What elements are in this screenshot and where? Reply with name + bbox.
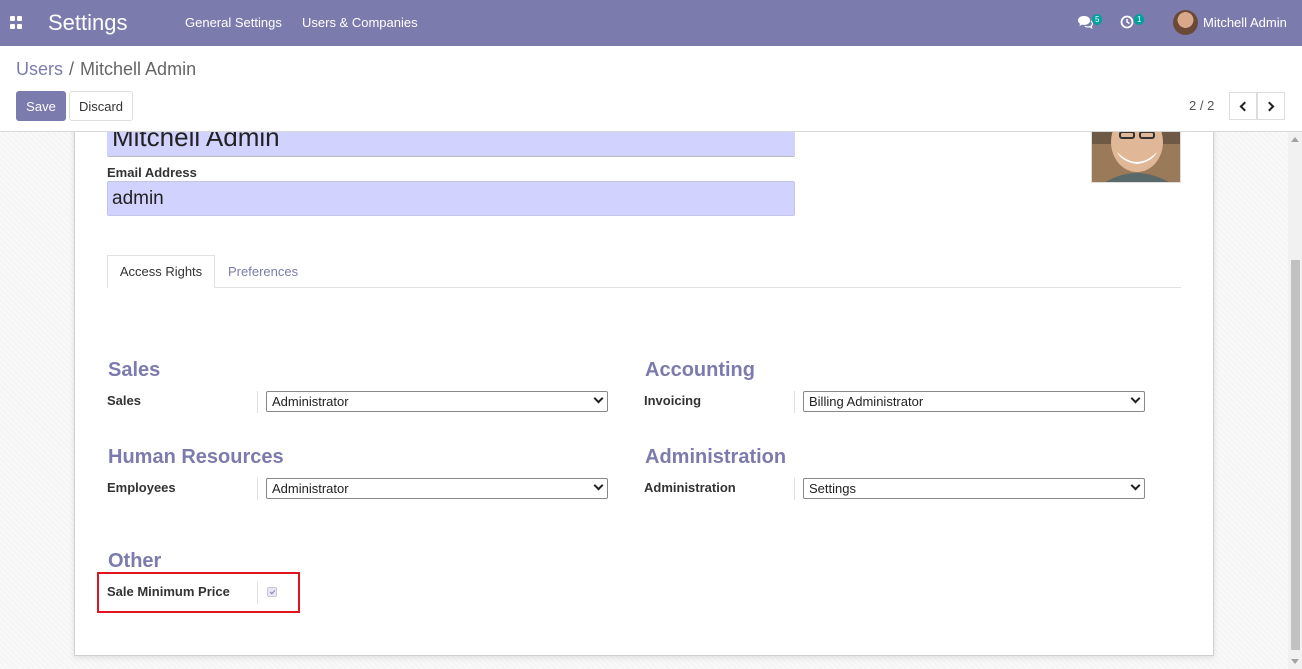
app-title[interactable]: Settings <box>48 10 128 36</box>
breadcrumb-current: Mitchell Admin <box>80 59 197 79</box>
name-field[interactable]: Mitchell Admin <box>107 132 795 157</box>
email-field[interactable]: admin <box>107 181 795 216</box>
field-divider <box>257 391 258 413</box>
sales-select-value: Administrator <box>272 394 349 409</box>
scroll-thumb[interactable] <box>1291 260 1300 650</box>
invoicing-select-value: Billing Administrator <box>809 394 924 409</box>
top-navbar: Settings General Settings Users & Compan… <box>0 0 1302 46</box>
pager-next-button[interactable] <box>1257 92 1285 120</box>
chevron-down-icon <box>1130 393 1141 404</box>
chevron-down-icon <box>593 480 604 491</box>
apps-menu-icon[interactable] <box>10 16 23 29</box>
menu-users-companies[interactable]: Users & Companies <box>302 15 418 30</box>
group-title-administration: Administration <box>645 446 787 468</box>
email-label: Email Address <box>107 165 197 180</box>
field-divider <box>794 391 795 413</box>
user-menu[interactable]: Mitchell Admin <box>1203 15 1287 30</box>
employees-select-value: Administrator <box>272 481 349 496</box>
invoicing-select[interactable]: Billing Administrator <box>803 391 1145 412</box>
breadcrumb-separator: / <box>69 59 75 79</box>
save-button[interactable]: Save <box>16 91 66 121</box>
employees-select[interactable]: Administrator <box>266 478 608 499</box>
activities-icon[interactable] <box>1120 15 1135 30</box>
chevron-left-icon <box>1239 101 1250 111</box>
chevron-right-icon <box>1264 101 1275 111</box>
field-divider <box>257 478 258 500</box>
group-title-other: Other <box>108 550 162 572</box>
menu-general-settings[interactable]: General Settings <box>185 15 282 30</box>
highlight-annotation-box <box>97 572 300 613</box>
notebook-tabs: Access Rights Preferences <box>107 255 1181 288</box>
control-panel: Users / Mitchell Admin Save Discard 2 / 2 <box>0 46 1302 132</box>
administration-select-value: Settings <box>809 481 856 496</box>
administration-select[interactable]: Settings <box>803 478 1145 499</box>
tab-preferences[interactable]: Preferences <box>228 255 298 288</box>
sales-select[interactable]: Administrator <box>266 391 608 412</box>
vertical-scrollbar[interactable] <box>1288 132 1302 669</box>
scroll-down-icon[interactable] <box>1291 659 1299 664</box>
invoicing-label: Invoicing <box>644 393 702 408</box>
messages-badge: 5 <box>1092 14 1103 25</box>
group-title-sales: Sales <box>108 359 161 381</box>
messages-icon[interactable] <box>1077 15 1094 31</box>
group-title-human-resources: Human Resources <box>108 446 284 468</box>
user-avatar[interactable] <box>1173 10 1198 35</box>
form-view: Mitchell Admin Email Address admin Acces… <box>0 132 1302 669</box>
employees-label: Employees <box>107 480 176 495</box>
chevron-down-icon <box>1130 480 1141 491</box>
discard-button[interactable]: Discard <box>69 91 133 121</box>
scroll-up-icon[interactable] <box>1291 137 1299 142</box>
sales-label: Sales <box>107 393 141 408</box>
breadcrumb-users-link[interactable]: Users <box>16 59 63 79</box>
chevron-down-icon <box>593 393 604 404</box>
field-divider <box>794 478 795 500</box>
breadcrumb: Users / Mitchell Admin <box>16 59 196 80</box>
group-title-accounting: Accounting <box>645 359 755 381</box>
tab-access-rights[interactable]: Access Rights <box>107 255 215 288</box>
pager-previous-button[interactable] <box>1229 92 1257 120</box>
activities-badge: 1 <box>1134 14 1145 25</box>
pager-value[interactable]: 2 / 2 <box>1189 98 1214 113</box>
user-photo[interactable] <box>1091 132 1181 183</box>
administration-label: Administration <box>644 480 736 495</box>
